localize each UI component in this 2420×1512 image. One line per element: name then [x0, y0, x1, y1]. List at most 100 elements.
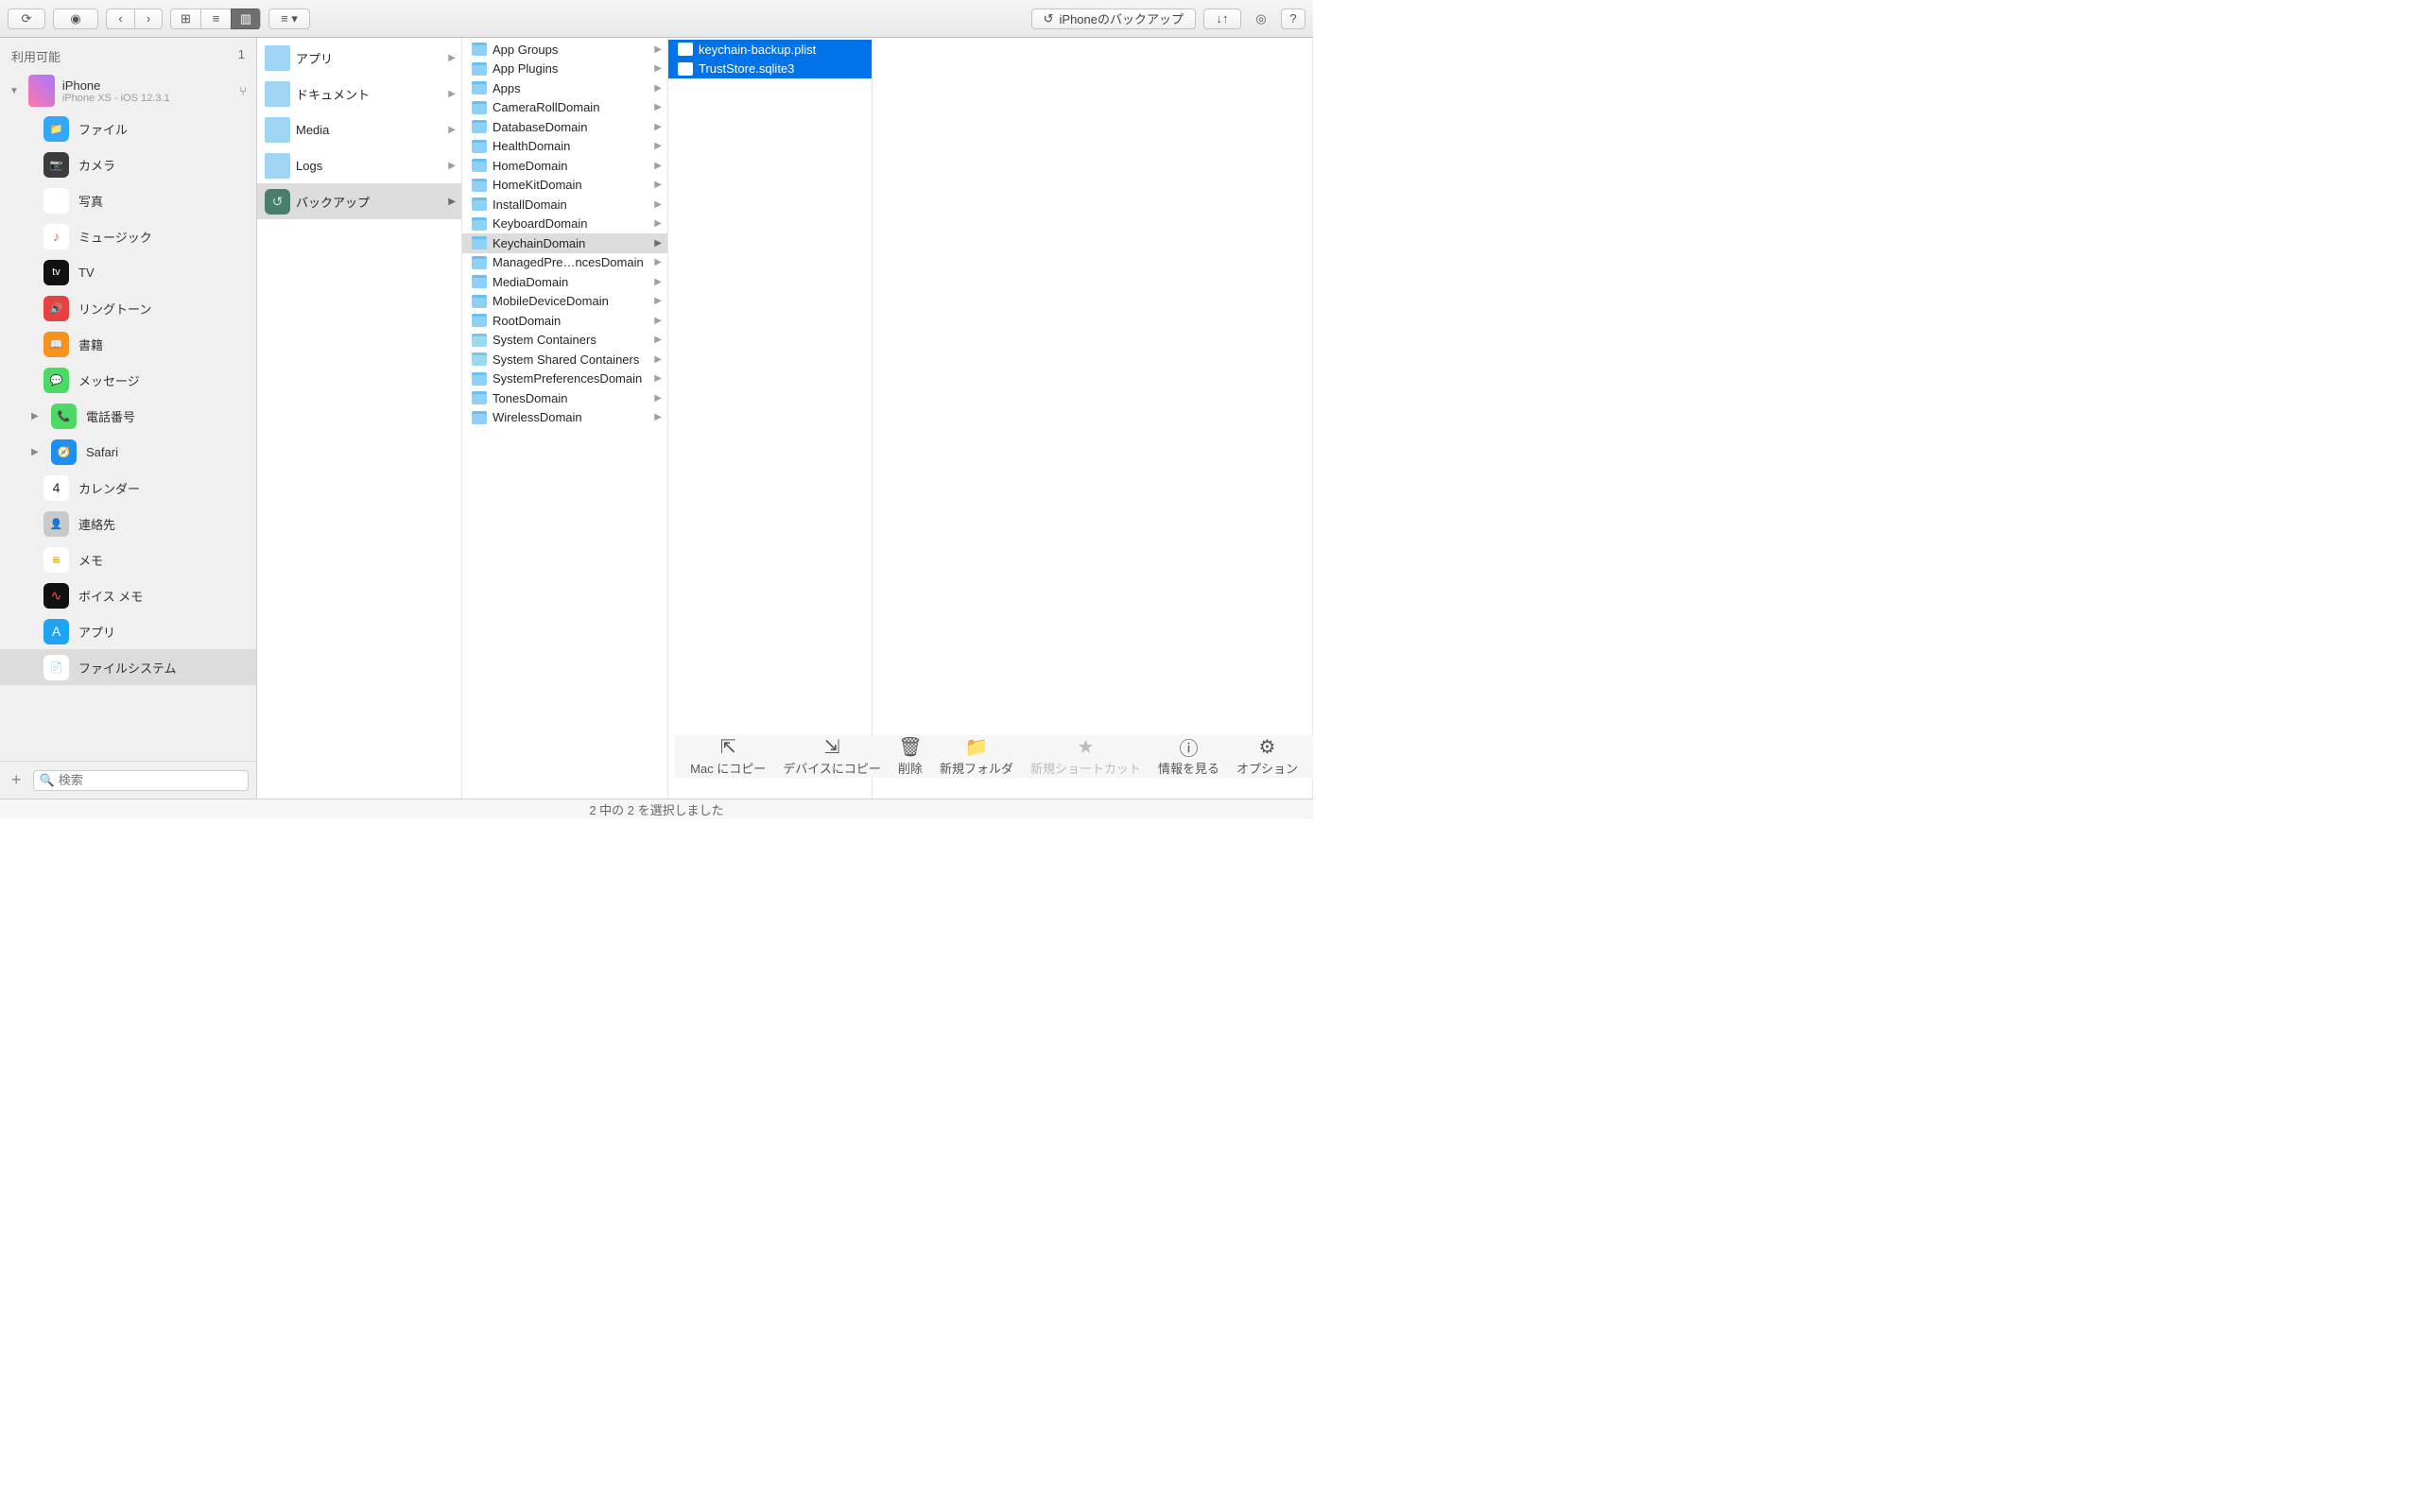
back-button[interactable]: ‹ [106, 9, 134, 29]
sidebar-item[interactable]: 4カレンダー [0, 470, 256, 506]
action-button[interactable]: ⓘ情報を見る [1158, 736, 1219, 777]
chevron-right-icon: ▶ [654, 44, 662, 55]
folder-row[interactable]: CameraRollDomain▶ [462, 98, 667, 118]
chevron-right-icon: ▶ [654, 277, 662, 287]
app-icon: 💬 [43, 368, 69, 393]
folder-icon [265, 117, 290, 143]
row-label: RootDomain [493, 314, 648, 328]
folder-row[interactable]: ManagedPre…ncesDomain▶ [462, 253, 667, 273]
view-group: ⊞ ≡ ▥ [170, 9, 261, 29]
view-list-button[interactable]: ≡ [200, 9, 231, 29]
sidebar-item-label: リングトーン [78, 300, 151, 318]
folder-row[interactable]: RootDomain▶ [462, 311, 667, 331]
folder-row[interactable]: MediaDomain▶ [462, 272, 667, 292]
path-button[interactable]: ↺ iPhoneのバックアップ [1031, 9, 1196, 29]
file-row[interactable]: TrustStore.sqlite3 [668, 60, 872, 79]
action-label: 削除 [898, 759, 923, 777]
app-icon: 🏞 [43, 188, 69, 214]
action-button[interactable]: ⚙オプション [1236, 736, 1298, 777]
sidebar-item[interactable]: 📷カメラ [0, 146, 256, 182]
reload-button[interactable]: ⟳ [8, 9, 45, 29]
action-button[interactable]: 📁新規フォルダ [940, 736, 1013, 777]
chevron-right-icon: ▶ [654, 354, 662, 365]
column-1: アプリ▶ドキュメント▶Media▶Logs▶↺バックアップ▶ [257, 38, 462, 799]
sidebar-item[interactable]: 📁ファイル [0, 111, 256, 146]
sidebar-item[interactable]: 📄ファイルシステム [0, 649, 256, 685]
action-label: 情報を見る [1158, 759, 1219, 777]
sidebar-item[interactable]: ∿ボイス メモ [0, 577, 256, 613]
folder-row[interactable]: WirelessDomain▶ [462, 408, 667, 428]
folder-row[interactable]: System Containers▶ [462, 331, 667, 351]
sidebar-item[interactable]: 🔊リングトーン [0, 290, 256, 326]
sidebar-item[interactable]: tvTV [0, 254, 256, 290]
app-icon: 📞 [51, 404, 77, 429]
action-button[interactable]: ⇱ Mac にコピー [690, 736, 766, 777]
action-button[interactable]: 🗑削除 [898, 736, 923, 777]
folder-row[interactable]: TonesDomain▶ [462, 388, 667, 408]
sidebar-item[interactable]: ♪ミュージック [0, 218, 256, 254]
category-row[interactable]: Logs▶ [257, 147, 461, 183]
transfers-button[interactable]: ↓↑ [1203, 9, 1241, 29]
sidebar-item[interactable]: 👤連絡先 [0, 506, 256, 541]
sidebar-item-label: 書籍 [78, 335, 103, 353]
arrange-button[interactable]: ≡ ▾ [268, 9, 310, 29]
folder-row[interactable]: Apps▶ [462, 78, 667, 98]
sidebar-item[interactable]: 📖書籍 [0, 326, 256, 362]
row-label: HomeKitDomain [493, 178, 648, 192]
action-label: Mac にコピー [690, 759, 766, 777]
sidebar-section-count: 1 [238, 47, 245, 65]
sidebar-item[interactable]: 🏞写真 [0, 182, 256, 218]
folder-row[interactable]: HomeDomain▶ [462, 156, 667, 176]
view-icon-button[interactable]: ⊞ [170, 9, 200, 29]
folder-row[interactable]: System Shared Containers▶ [462, 350, 667, 369]
app-icon: tv [43, 260, 69, 285]
category-row[interactable]: アプリ▶ [257, 40, 461, 76]
quicklook-button[interactable]: ◉ [53, 9, 98, 29]
sidebar-item[interactable]: ▶🧭Safari [0, 434, 256, 470]
folder-row[interactable]: App Plugins▶ [462, 60, 667, 79]
folder-row[interactable]: KeyboardDomain▶ [462, 215, 667, 234]
sidebar-item[interactable]: ▶📞電話番号 [0, 398, 256, 434]
add-button[interactable]: + [8, 770, 26, 790]
folder-row[interactable]: HealthDomain▶ [462, 137, 667, 157]
folder-row[interactable]: MobileDeviceDomain▶ [462, 292, 667, 312]
wifi-icon[interactable]: ◎ [1249, 9, 1273, 29]
forward-button[interactable]: › [134, 9, 163, 29]
sidebar-item[interactable]: Aアプリ [0, 613, 256, 649]
sidebar-item-label: メモ [78, 551, 103, 569]
folder-icon [265, 45, 290, 71]
row-label: ManagedPre…ncesDomain [493, 255, 648, 269]
row-label: アプリ [296, 49, 442, 67]
status-text: 2 中の 2 を選択しました [589, 800, 723, 818]
action-icon: ★ [1077, 736, 1094, 757]
category-row[interactable]: Media▶ [257, 112, 461, 147]
sidebar-item[interactable]: ≡メモ [0, 541, 256, 577]
folder-row[interactable]: InstallDomain▶ [462, 195, 667, 215]
row-label: keychain-backup.plist [699, 43, 866, 57]
file-row[interactable]: keychain-backup.plist [668, 40, 872, 60]
row-label: HomeDomain [493, 159, 648, 173]
folder-row[interactable]: HomeKitDomain▶ [462, 176, 667, 196]
category-row[interactable]: ↺バックアップ▶ [257, 183, 461, 219]
row-label: KeychainDomain [493, 236, 648, 250]
sidebar-item-label: ファイルシステム [78, 659, 177, 677]
folder-icon [472, 43, 487, 56]
folder-row[interactable]: App Groups▶ [462, 40, 667, 60]
folder-icon [472, 101, 487, 114]
sidebar-item-label: ファイル [78, 120, 128, 138]
folder-icon [472, 236, 487, 249]
folder-row[interactable]: DatabaseDomain▶ [462, 117, 667, 137]
view-column-button[interactable]: ▥ [231, 9, 261, 29]
folder-icon [472, 217, 487, 231]
action-icon: ⇱ [720, 736, 736, 757]
help-button[interactable]: ? [1281, 9, 1305, 29]
folder-row[interactable]: SystemPreferencesDomain▶ [462, 369, 667, 389]
action-button[interactable]: ⇲デバイスにコピー [783, 736, 881, 777]
sidebar-item[interactable]: 💬メッセージ [0, 362, 256, 398]
search-field[interactable]: 🔍 [33, 770, 249, 791]
category-row[interactable]: ドキュメント▶ [257, 76, 461, 112]
search-input[interactable] [59, 773, 242, 787]
folder-row[interactable]: KeychainDomain▶ [462, 233, 667, 253]
device-row[interactable]: ▼ iPhone iPhone XS - iOS 12.3.1 ⑂ [0, 71, 256, 111]
column-4 [873, 38, 1313, 799]
